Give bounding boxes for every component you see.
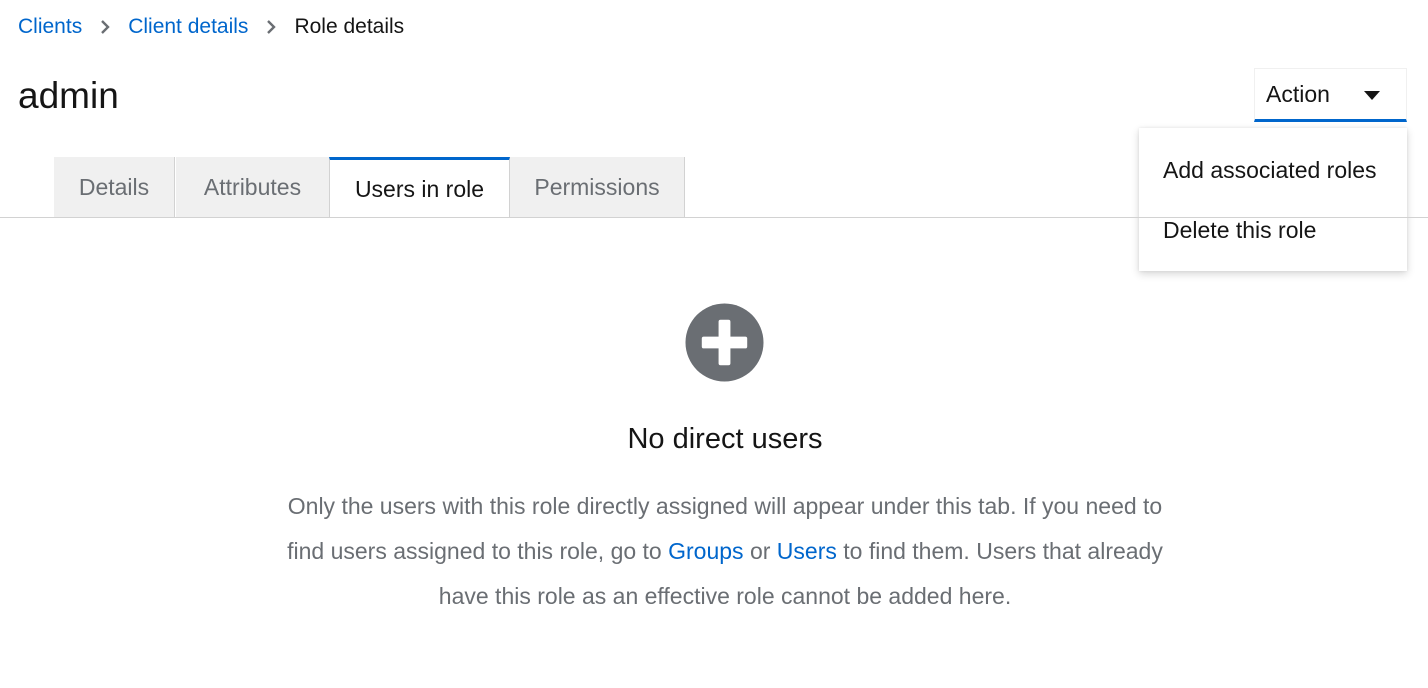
caret-down-icon	[1364, 91, 1380, 100]
breadcrumb-current: Role details	[294, 15, 405, 38]
empty-state-text-or: or	[743, 538, 777, 564]
chevron-right-icon	[248, 20, 294, 34]
action-dropdown-toggle[interactable]: Action	[1254, 68, 1407, 122]
users-link[interactable]: Users	[777, 538, 837, 564]
groups-link[interactable]: Groups	[668, 538, 743, 564]
action-label: Action	[1266, 80, 1330, 107]
empty-state-title: No direct users	[627, 423, 823, 455]
chevron-right-icon	[82, 20, 128, 34]
tab-details[interactable]: Details	[54, 157, 175, 217]
tab-permissions[interactable]: Permissions	[510, 157, 685, 217]
tab-users-in-role[interactable]: Users in role	[329, 157, 510, 218]
breadcrumb-client-details-link[interactable]: Client details	[128, 15, 248, 39]
breadcrumb: Clients Client details Role details	[18, 12, 404, 42]
empty-state-body: Only the users with this role directly a…	[283, 484, 1167, 619]
tabs-divider	[0, 217, 1428, 218]
menu-item-add-associated-roles[interactable]: Add associated roles	[1139, 140, 1407, 200]
tab-attributes[interactable]: Attributes	[176, 157, 330, 217]
action-menu: Add associated roles Delete this role	[1139, 128, 1407, 271]
page-title: admin	[18, 75, 119, 116]
breadcrumb-clients-link[interactable]: Clients	[18, 15, 82, 39]
plus-circle-icon	[685, 303, 764, 382]
menu-item-delete-role[interactable]: Delete this role	[1139, 200, 1407, 260]
